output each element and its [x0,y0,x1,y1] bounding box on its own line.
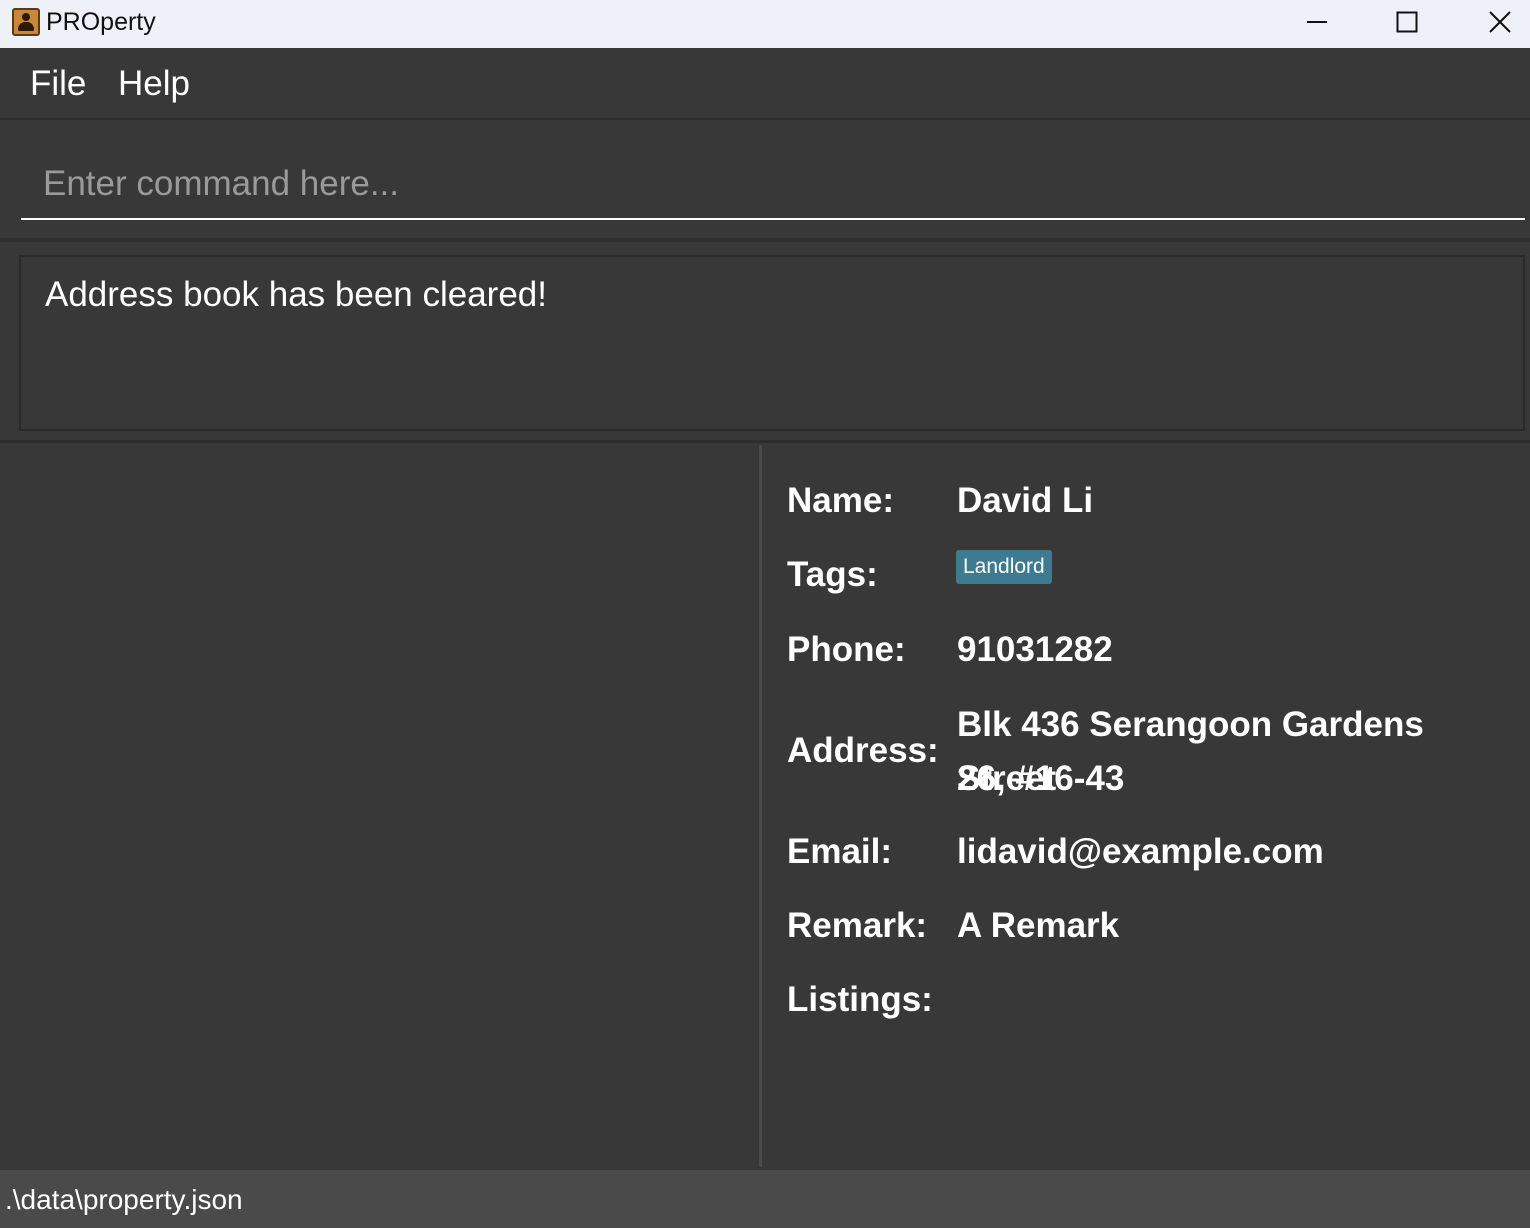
name-label: Name: [787,481,894,520]
remark-label: Remark: [787,906,928,945]
save-location: .\data\property.json [5,1184,243,1215]
phone-value: 91031282 [957,630,1113,669]
address-value-line2: 26, #16-43 [957,759,1125,798]
result-message: Address book has been cleared! [45,275,547,314]
maximize-icon [1396,11,1418,33]
menu-file[interactable]: File [30,64,86,104]
menu-help[interactable]: Help [118,64,190,104]
command-input[interactable] [21,150,1525,220]
person-detail-panel: Name: David Li Tags: Landlord Phone: 910… [762,443,1530,1170]
minimize-button[interactable] [1272,0,1362,44]
phone-label: Phone: [787,630,906,669]
close-button[interactable] [1455,0,1530,44]
menu-bar: File Help [0,48,1530,120]
maximize-button[interactable] [1362,0,1452,44]
name-value: David Li [957,481,1094,520]
person-list-panel[interactable] [0,443,759,1170]
tag-badge: Landlord [956,550,1052,584]
address-label: Address: [787,731,939,770]
remark-value: A Remark [957,906,1120,945]
listings-label: Listings: [787,980,933,1019]
email-value: lidavid@example.com [957,832,1324,871]
title-bar: PROperty [0,0,1530,48]
result-display: Address book has been cleared! [19,255,1525,431]
tags-label: Tags: [787,555,878,594]
address-book-icon [12,8,40,36]
minimize-icon [1307,21,1327,23]
command-box [0,122,1530,242]
email-label: Email: [787,832,893,871]
close-icon [1489,11,1511,33]
window-title: PROperty [46,8,156,36]
status-bar: .\data\property.json [0,1170,1530,1228]
